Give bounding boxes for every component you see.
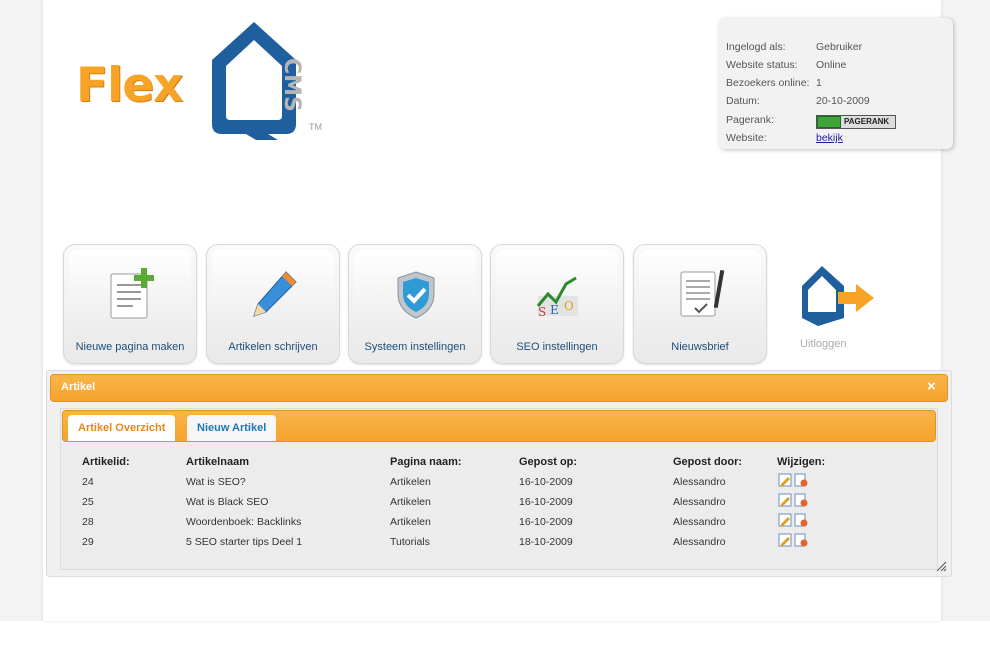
new-page-icon — [110, 268, 154, 319]
nav-tile-system-settings[interactable]: Systeem instellingen — [348, 244, 482, 364]
info-value: Gebruiker — [816, 41, 863, 53]
pagerank-bar — [817, 116, 841, 128]
cell-page: Artikelen — [390, 496, 431, 508]
info-value: Online — [816, 59, 847, 71]
page-background-left — [0, 0, 43, 621]
info-label: Pagerank: — [726, 114, 774, 126]
info-label: Website status: — [726, 59, 798, 71]
pencil-icon — [253, 271, 297, 317]
nav-tile-label: Nieuwe pagina maken — [75, 341, 185, 353]
panel-header: Artikel × — [50, 374, 948, 402]
nav-tile-new-page[interactable]: Nieuwe pagina maken — [63, 244, 197, 364]
cell-date: 16-10-2009 — [519, 476, 573, 488]
info-label: Datum: — [726, 95, 760, 107]
flexcms-logo: Flex CMS TM — [76, 14, 336, 144]
session-info-box: Ingelogd als: Gebruiker Website status: … — [719, 18, 953, 149]
logo-brand-text: Flex — [76, 58, 183, 113]
info-value: 20-10-2009 — [816, 95, 870, 107]
edit-icon[interactable] — [778, 513, 792, 527]
close-icon[interactable]: × — [927, 378, 936, 395]
edit-icon[interactable] — [778, 493, 792, 507]
article-panel: Artikel × Artikel Overzicht Nieuw Artike… — [46, 370, 952, 577]
edit-icon[interactable] — [778, 533, 792, 547]
cell-id: 29 — [82, 536, 94, 548]
info-label: Ingelogd als: — [726, 41, 786, 53]
cell-id: 24 — [82, 476, 94, 488]
nav-tile-write-articles[interactable]: Artikelen schrijven — [206, 244, 340, 364]
cell-id: 28 — [82, 516, 94, 528]
cell-name: Woordenboek: Backlinks — [186, 516, 302, 528]
cell-author: Alessandro — [673, 476, 726, 488]
edit-icon[interactable] — [778, 473, 792, 487]
logout-button[interactable]: Uitloggen — [790, 262, 882, 354]
logo-tm-text: TM — [309, 122, 322, 132]
svg-text:E: E — [550, 303, 559, 317]
shield-check-icon — [397, 271, 435, 319]
nav-tile-label: Artikelen schrijven — [228, 341, 318, 353]
cell-date: 16-10-2009 — [519, 516, 573, 528]
column-header-id: Artikelid: — [82, 456, 130, 468]
delete-icon[interactable] — [794, 473, 808, 487]
tile-icon-area — [639, 250, 761, 332]
website-view-link[interactable]: bekijk — [816, 132, 843, 144]
nav-tile-label: Nieuwsbrief — [671, 341, 729, 353]
tile-icon-area — [69, 250, 191, 332]
svg-text:O: O — [564, 299, 574, 313]
svg-text:S: S — [538, 305, 546, 319]
delete-icon[interactable] — [794, 493, 808, 507]
nav-tile-label: Systeem instellingen — [364, 341, 466, 353]
column-header-date: Gepost op: — [519, 456, 578, 468]
cell-author: Alessandro — [673, 516, 726, 528]
cell-page: Artikelen — [390, 476, 431, 488]
cell-author: Alessandro — [673, 536, 726, 548]
tile-icon-area — [354, 250, 476, 332]
info-value: 1 — [816, 77, 822, 89]
pagerank-value: PAGERANK — [816, 113, 896, 129]
tab-new-article[interactable]: Nieuw Artikel — [187, 415, 277, 441]
logout-icon — [802, 266, 874, 326]
nav-tile-newsletter[interactable]: Nieuwsbrief — [633, 244, 767, 364]
cell-page: Tutorials — [390, 536, 430, 548]
website-value: bekijk — [816, 131, 843, 145]
info-label: Bezoekers online: — [726, 77, 810, 89]
info-label: Website: — [726, 132, 767, 144]
column-header-author: Gepost door: — [673, 456, 743, 468]
seo-graph-icon: S E O — [536, 276, 578, 319]
column-header-page: Pagina naam: — [390, 456, 462, 468]
cell-date: 18-10-2009 — [519, 536, 573, 548]
logout-label: Uitloggen — [800, 338, 847, 350]
nav-tile-seo-settings[interactable]: S E O SEO instellingen — [490, 244, 624, 364]
pagerank-text: PAGERANK — [844, 117, 890, 126]
resize-handle-icon[interactable] — [935, 560, 947, 572]
tab-article-overview[interactable]: Artikel Overzicht — [68, 415, 176, 441]
tabs-bar: Artikel Overzicht Nieuw Artikel — [62, 410, 936, 442]
cell-author: Alessandro — [673, 496, 726, 508]
cell-name: Wat is Black SEO — [186, 496, 269, 508]
delete-icon[interactable] — [794, 513, 808, 527]
logo-cms-text: CMS — [279, 58, 304, 112]
panel-body: Artikel Overzicht Nieuw Artikel Artikeli… — [60, 408, 938, 570]
cell-date: 16-10-2009 — [519, 496, 573, 508]
delete-icon[interactable] — [794, 533, 808, 547]
cell-name: Wat is SEO? — [186, 476, 246, 488]
cell-name: 5 SEO starter tips Deel 1 — [186, 536, 303, 548]
column-header-name: Artikelnaam — [186, 456, 249, 468]
tile-icon-area — [212, 250, 334, 332]
nav-tile-label: SEO instellingen — [516, 341, 598, 353]
tile-icon-area: S E O — [496, 250, 618, 332]
cell-page: Artikelen — [390, 516, 431, 528]
pagerank-badge: PAGERANK — [816, 115, 896, 129]
panel-title: Artikel — [61, 381, 96, 393]
column-header-edit: Wijzigen: — [777, 456, 826, 468]
newsletter-icon — [680, 269, 725, 317]
cell-id: 25 — [82, 496, 94, 508]
